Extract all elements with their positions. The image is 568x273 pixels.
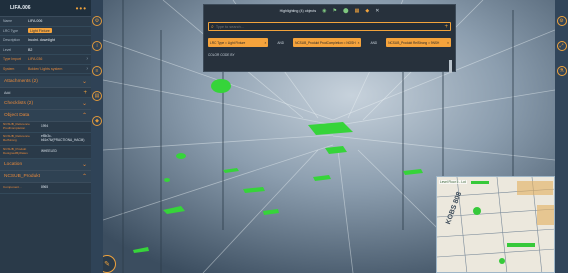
section-title: Location bbox=[4, 162, 23, 167]
minimap[interactable]: Level Floor 5 - Lot KOBS 808 bbox=[436, 176, 555, 273]
filter-icon[interactable]: ⚗ bbox=[556, 66, 567, 76]
dialog-title: Highlighting (4) objects bbox=[279, 8, 317, 13]
filter-chip[interactable]: NCSUB_Produkt RelStrong = 9NSH × bbox=[386, 38, 452, 47]
search-input[interactable] bbox=[215, 24, 445, 29]
object-data-row: NCSUB_Reference ProdCompletion 1994 bbox=[0, 122, 91, 133]
filter-chip-label: NCSUB_Produkt ProdCompletion = NOSH bbox=[295, 40, 356, 45]
prop-key: Type Import bbox=[3, 57, 21, 62]
prop-row-system[interactable]: System Bolder/ Lights system › bbox=[0, 65, 91, 74]
prop-key: Description bbox=[3, 38, 20, 43]
prop-value: Bolder/ Lights system bbox=[28, 66, 63, 71]
plus-icon[interactable]: + bbox=[83, 90, 87, 96]
data-key: NCSUB_Produkt DesignedByDates bbox=[3, 147, 28, 155]
section-attachments[interactable]: Attachments (2) ⌄ bbox=[0, 76, 91, 88]
prop-value: LIFA.036 bbox=[28, 57, 43, 62]
section-location[interactable]: Location ⌄ bbox=[0, 159, 91, 171]
flag-icon[interactable]: ⚑ bbox=[333, 8, 337, 14]
minimap-floorplan bbox=[437, 177, 554, 272]
panel-header: LIFA.006 ••• bbox=[0, 0, 91, 17]
scrollbar[interactable] bbox=[449, 60, 452, 73]
close-icon[interactable]: × bbox=[358, 41, 360, 45]
and-label: AND bbox=[277, 40, 285, 45]
filter-chip-label: LRC Type = Light Fixture bbox=[210, 40, 246, 45]
prop-row-type-import[interactable]: Type Import LIFA.036 › bbox=[0, 55, 91, 65]
settings-icon[interactable]: ⚙ bbox=[556, 16, 567, 26]
filter-chips: LRC Type = Light Fixture × AND NCSUB_Pro… bbox=[208, 38, 452, 47]
object-data-row: Component... 8965 bbox=[0, 183, 91, 194]
document-icon[interactable]: ▤ bbox=[92, 91, 102, 101]
tag-icon[interactable]: ◆ bbox=[365, 8, 369, 14]
prop-row-description: Description Incdnt. downlight bbox=[0, 36, 91, 46]
filter-chip[interactable]: NCSUB_Produkt ProdCompletion = NOSH × bbox=[293, 38, 362, 47]
info-icon[interactable]: i bbox=[92, 41, 102, 51]
prop-key: Name bbox=[3, 19, 13, 24]
data-key: NCSUB_Reference RelStrong bbox=[3, 134, 30, 142]
add-label: Add bbox=[4, 90, 11, 95]
prop-value: LIFA.006 bbox=[28, 19, 43, 24]
prop-key: Level bbox=[3, 47, 12, 52]
chevron-up-icon: ⌃ bbox=[81, 113, 87, 119]
properties-panel: LIFA.006 ••• Name LIFA.006 LRC Type Ligh… bbox=[0, 0, 91, 273]
section-title: NCSUB_Produkt bbox=[4, 174, 40, 179]
prop-key: System bbox=[3, 66, 15, 71]
left-toolstrip: ⚙ i ≡ ▤ ◆ bbox=[91, 0, 103, 273]
pin-icon[interactable]: ◆ bbox=[92, 116, 102, 126]
add-attachment-row[interactable]: Add + bbox=[0, 88, 91, 98]
close-icon[interactable]: × bbox=[264, 41, 266, 45]
and-label: AND bbox=[370, 40, 378, 45]
section-object-data[interactable]: Object Data ⌃ bbox=[0, 110, 91, 122]
color-code-label[interactable]: COLOR CODE BY bbox=[208, 53, 451, 57]
close-icon[interactable]: × bbox=[447, 41, 449, 45]
search-icon: ⌕ bbox=[211, 23, 214, 30]
filter-chip[interactable]: LRC Type = Light Fixture × bbox=[208, 38, 269, 47]
chevron-right-icon: › bbox=[86, 65, 88, 72]
add-filter-icon[interactable]: + bbox=[444, 24, 448, 30]
chevron-up-icon: ⌃ bbox=[81, 174, 87, 180]
section-checklists[interactable]: Checklists (2) ⌄ bbox=[0, 98, 91, 110]
section-title: Object Data bbox=[4, 113, 30, 118]
bookmark-icon[interactable]: ⬤ bbox=[343, 8, 349, 14]
highlight-dialog: Highlighting (4) objects ◉ ⚑ ⬤ ▦ ◆ ✕ ⌕ +… bbox=[203, 4, 456, 73]
data-value: ef5b3c-b61e76/(PRACTIONA_HACM) bbox=[41, 134, 85, 142]
grid-icon[interactable]: ▦ bbox=[355, 8, 360, 14]
object-data-row: NCSUB_Produkt DesignedByDates WHEELED bbox=[0, 146, 91, 159]
close-icon[interactable]: ✕ bbox=[375, 8, 379, 14]
data-value: 1994 bbox=[41, 124, 49, 129]
prop-row-name: Name LIFA.006 bbox=[0, 17, 91, 27]
chevron-down-icon: ⌄ bbox=[81, 101, 87, 107]
eye-icon[interactable]: ◉ bbox=[322, 8, 326, 14]
section-title: Checklists (2) bbox=[4, 101, 34, 106]
type-chip[interactable]: Light Fixture bbox=[28, 28, 52, 34]
right-toolstrip: ⚙ ⤢ ⚗ bbox=[555, 0, 568, 273]
settings-icon[interactable]: ⚙ bbox=[92, 16, 102, 26]
chevron-down-icon: ⌄ bbox=[81, 162, 87, 168]
search-bar[interactable]: ⌕ + bbox=[208, 22, 451, 31]
prop-row-type: LRC Type Light Fixture bbox=[0, 27, 91, 36]
data-key: NCSUB_Reference ProdCompletion bbox=[3, 122, 30, 130]
section-title: Attachments (2) bbox=[4, 79, 38, 84]
prop-value: Incdnt. downlight bbox=[28, 38, 55, 43]
prop-value: B2 bbox=[28, 47, 33, 52]
more-options-icon[interactable]: ••• bbox=[76, 4, 87, 13]
layers-icon[interactable]: ≡ bbox=[92, 66, 102, 76]
chevron-right-icon: › bbox=[86, 56, 88, 63]
prop-key: LRC Type bbox=[3, 28, 19, 33]
data-value: WHEELED bbox=[41, 149, 57, 154]
section-ncsub[interactable]: NCSUB_Produkt ⌃ bbox=[0, 171, 91, 183]
object-data-row: NCSUB_Reference RelStrong ef5b3c-b61e76/… bbox=[0, 133, 91, 146]
data-value: 8965 bbox=[41, 185, 49, 190]
minimap-label: Level Floor 5 - Lot bbox=[439, 180, 467, 184]
filter-chip-label: NCSUB_Produkt RelStrong = 9NSH bbox=[388, 40, 440, 45]
prop-row-level: Level B2 bbox=[0, 46, 91, 55]
chevron-down-icon: ⌄ bbox=[81, 79, 87, 85]
data-key: Component... bbox=[3, 185, 22, 190]
dialog-header: Highlighting (4) objects ◉ ⚑ ⬤ ▦ ◆ ✕ bbox=[204, 5, 455, 16]
panel-title: LIFA.006 bbox=[10, 5, 31, 11]
expand-icon[interactable]: ⤢ bbox=[556, 41, 567, 51]
